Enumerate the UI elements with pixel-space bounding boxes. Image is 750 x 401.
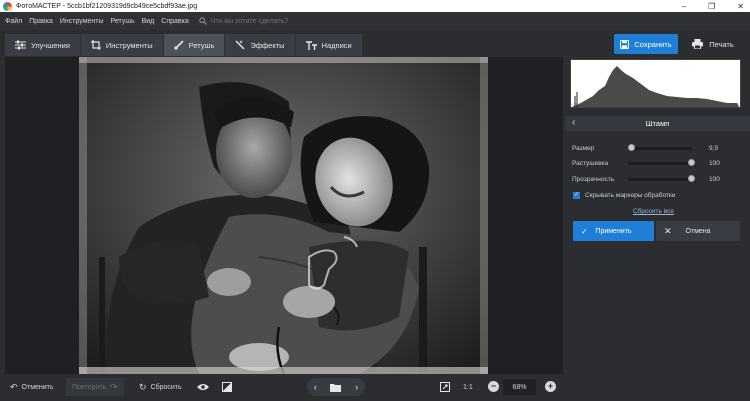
slider-feather-value: 100 [709,159,720,167]
checkmark-icon[interactable]: ✓ [573,192,580,199]
preview-eye-button[interactable] [197,378,209,396]
undo-button[interactable]: ↶ Отменить [10,378,54,396]
app-logo-icon [3,1,12,11]
search-input[interactable] [210,17,351,25]
cancel-button[interactable]: ✕ Отмена [656,221,740,241]
redo-label: Повторить [72,383,107,391]
slider-size-label: Размер [572,144,595,152]
sliders-icon [15,40,26,50]
slider-size-value: 9,9 [709,144,719,152]
tab-retouch-label: Ретушь [188,40,215,50]
menu-view[interactable]: Вид [142,18,155,25]
zoom-in-icon[interactable]: + [545,381,556,392]
crop-icon [90,40,101,50]
save-button[interactable]: Сохранить [614,34,678,54]
apply-button[interactable]: ✓ Применить [573,221,654,241]
menu-help[interactable]: Справка [161,18,188,25]
photo-image [79,57,488,374]
reset-button[interactable]: ↻ Сбросить [139,378,182,396]
slider-opacity-track[interactable] [628,175,695,182]
slider-feather-knob[interactable] [688,159,695,166]
folder-icon[interactable] [330,383,342,392]
maximize-button[interactable]: ❐ [708,2,715,11]
compare-button[interactable] [222,378,232,396]
side-panel: ‹ Штамп Размер 9,9 Растушевка 100 Прозра… [565,57,750,401]
tab-effects-label: Эффекты [250,40,285,50]
slider-feather-track[interactable] [628,159,695,166]
print-label: Печать [709,39,734,49]
compare-icon [222,382,232,392]
slider-opacity-value: 100 [709,175,720,183]
actual-size-button[interactable]: 1:1 [463,378,473,396]
brush-icon [174,40,184,50]
undo-label: Отменить [21,383,54,391]
floppy-disk-icon [620,39,630,49]
menu-bar: Файл Правка Инструменты Ретушь Вид Справ… [0,12,750,30]
title-bar: ФотоМАСТЕР - 5ccb1bf21209319d9cb49ce5cbd… [0,0,750,12]
prev-image-icon[interactable]: ‹ [314,382,317,392]
slider-size: Размер 9,9 [572,142,742,154]
zoom-level[interactable]: 68% [503,379,536,395]
slider-feather: Растушевка 100 [572,157,742,169]
redo-button[interactable]: Повторить ↷ [66,378,124,396]
eye-icon [197,384,209,390]
undo-icon: ↶ [10,381,18,392]
search-icon [199,17,207,25]
panel-title: Штамп [645,119,670,128]
panel-header: ‹ Штамп [565,116,750,131]
slider-size-knob[interactable] [628,144,635,151]
histogram-graph [572,66,739,107]
tab-effects[interactable]: Эффекты [225,34,295,56]
photo-preview[interactable] [79,57,488,374]
hide-markers-checkbox[interactable]: ✓ Скрывать маркеры обработки [573,192,675,199]
close-button[interactable]: ✕ [737,2,744,11]
redo-icon: ↷ [110,381,118,392]
close-icon: ✕ [664,225,672,236]
slider-opacity-knob[interactable] [688,175,695,182]
save-label: Сохранить [634,39,672,49]
slider-size-track[interactable] [628,144,692,151]
tab-retouch[interactable]: Ретушь [163,34,225,56]
reset-all-link[interactable]: Сбросить все [633,208,674,215]
print-button[interactable]: Печать [682,34,744,54]
magic-wand-icon [235,40,245,50]
refresh-icon: ↻ [139,381,147,392]
minimize-button[interactable]: – [682,2,686,11]
hide-markers-label: Скрывать маркеры обработки [585,192,676,199]
tab-text[interactable]: Надписи [295,34,362,56]
menu-retouch[interactable]: Ретушь [111,18,135,25]
histogram [570,59,741,108]
cancel-label: Отмена [685,227,711,235]
slider-opacity: Прозрачность 100 [572,173,742,185]
back-arrow-icon[interactable]: ‹ [572,117,575,128]
apply-label: Применить [595,227,632,235]
printer-icon [692,39,704,49]
tab-tools[interactable]: Инструменты [80,34,163,56]
search-box[interactable] [199,17,351,25]
image-navigation: ‹ › [307,378,365,396]
tab-text-label: Надписи [321,40,352,50]
zoom-out-icon[interactable]: − [488,381,499,392]
next-image-icon[interactable]: › [355,382,358,392]
menu-file[interactable]: Файл [5,18,22,25]
tab-enhancements[interactable]: Улучшения [5,34,80,56]
bottom-toolbar: ↶ Отменить Повторить ↷ ↻ Сбросить ‹ › 1:… [0,374,565,401]
window-title: ФотоМАСТЕР - 5ccb1bf21209319d9cb49ce5cbd… [16,2,198,10]
menu-tools[interactable]: Инструменты [60,18,104,25]
slider-feather-label: Растушевка [572,159,609,167]
image-canvas[interactable] [5,57,563,374]
tab-enhancements-label: Улучшения [31,40,70,50]
text-icon [305,40,317,50]
slider-opacity-label: Прозрачность [572,175,615,183]
menu-edit[interactable]: Правка [29,18,53,25]
tab-tools-label: Инструменты [105,40,153,50]
reset-label: Сбросить [150,383,182,391]
fit-screen-icon [440,382,450,392]
check-icon: ✓ [581,226,588,236]
fit-screen-button[interactable] [440,378,450,396]
main-toolbar: Улучшения Инструменты Ретушь Эффекты Над… [0,30,750,57]
